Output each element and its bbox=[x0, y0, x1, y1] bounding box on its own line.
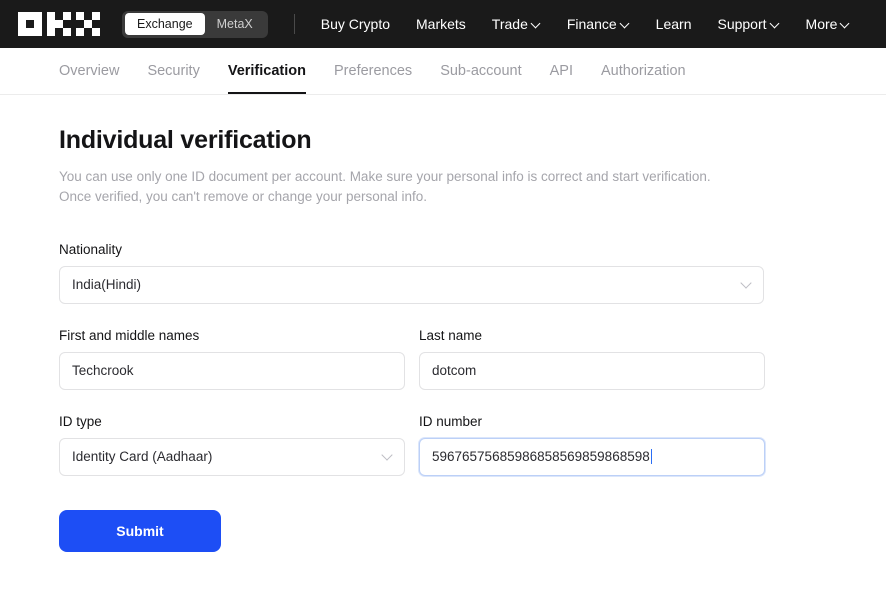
primary-navigation: Buy Crypto Markets Trade Finance Learn S… bbox=[321, 16, 851, 32]
okx-logo-letter-o bbox=[18, 12, 42, 36]
page-title: Individual verification bbox=[59, 126, 312, 154]
submit-button[interactable]: Submit bbox=[59, 509, 221, 552]
nationality-value: India(Hindi) bbox=[72, 277, 142, 292]
nav-item-label: Support bbox=[717, 16, 767, 32]
toggle-metax[interactable]: MetaX bbox=[205, 13, 265, 36]
nav-item-more[interactable]: More bbox=[806, 16, 851, 32]
nav-item-trade[interactable]: Trade bbox=[492, 16, 541, 32]
tab-security[interactable]: Security bbox=[147, 48, 199, 94]
last-name-field: Last name dotcom bbox=[419, 328, 765, 390]
top-header-bar: Exchange MetaX Buy Crypto Markets Trade … bbox=[0, 0, 886, 48]
tab-verification[interactable]: Verification bbox=[227, 48, 307, 94]
tab-label: Authorization bbox=[600, 63, 686, 79]
header-divider bbox=[293, 14, 295, 34]
page-description: You can use only one ID document per acc… bbox=[59, 167, 779, 208]
id-number-control: 59676575685986858569859868598 bbox=[419, 437, 765, 476]
tab-sub-account[interactable]: Sub-account bbox=[440, 48, 521, 94]
okx-logo[interactable] bbox=[18, 12, 100, 36]
account-tabbar: Overview Security Verification Preferenc… bbox=[0, 48, 886, 95]
submit-row: Submit bbox=[59, 509, 886, 552]
nationality-label: Nationality bbox=[59, 241, 123, 257]
nav-item-label: Trade bbox=[491, 16, 528, 32]
first-name-label: First and middle names bbox=[59, 327, 200, 343]
nav-item-label: Buy Crypto bbox=[320, 16, 390, 32]
tab-label: Security bbox=[147, 63, 200, 79]
id-type-field: ID type Identity Card (Aadhaar) bbox=[59, 414, 405, 476]
names-row: First and middle names Techcrook Last na… bbox=[59, 328, 886, 390]
nationality-select[interactable]: India(Hindi) bbox=[59, 265, 764, 304]
last-name-input[interactable]: dotcom bbox=[419, 351, 765, 390]
page-description-line-2: Once verified, you can't remove or chang… bbox=[59, 189, 428, 205]
nationality-control: India(Hindi) bbox=[59, 265, 764, 304]
tab-label: Sub-account bbox=[440, 63, 522, 79]
okx-logo-letter-x bbox=[76, 12, 100, 36]
nav-item-label: Learn bbox=[655, 16, 692, 32]
nationality-field: Nationality India(Hindi) bbox=[59, 242, 764, 304]
verification-page: Individual verification You can use only… bbox=[0, 95, 886, 552]
nav-item-label: Finance bbox=[566, 16, 617, 32]
individual-verification-form: Nationality India(Hindi) First and middl… bbox=[59, 242, 886, 552]
id-number-field: ID number 59676575685986858569859868598 bbox=[419, 414, 765, 476]
id-type-control: Identity Card (Aadhaar) bbox=[59, 437, 405, 476]
okx-logo-letter-k bbox=[47, 12, 71, 36]
nav-item-buy-crypto[interactable]: Buy Crypto bbox=[321, 16, 390, 32]
chevron-down-icon bbox=[771, 19, 780, 28]
id-number-label: ID number bbox=[419, 413, 483, 429]
nav-item-finance[interactable]: Finance bbox=[567, 16, 630, 32]
nav-item-support[interactable]: Support bbox=[717, 16, 779, 32]
chevron-down-icon bbox=[621, 19, 630, 28]
nationality-row: Nationality India(Hindi) bbox=[59, 242, 886, 304]
nav-item-label: Markets bbox=[416, 16, 466, 32]
tab-api[interactable]: API bbox=[550, 48, 573, 94]
first-name-field: First and middle names Techcrook bbox=[59, 328, 405, 390]
id-type-select[interactable]: Identity Card (Aadhaar) bbox=[59, 437, 405, 476]
tab-label: Preferences bbox=[334, 63, 413, 79]
product-toggle[interactable]: Exchange MetaX bbox=[122, 10, 268, 38]
id-type-label: ID type bbox=[59, 413, 102, 429]
tab-label: Overview bbox=[59, 63, 120, 79]
nav-item-markets[interactable]: Markets bbox=[416, 16, 466, 32]
last-name-control: dotcom bbox=[419, 351, 765, 390]
tab-overview[interactable]: Overview bbox=[59, 48, 119, 94]
tab-label: Verification bbox=[227, 63, 306, 79]
chevron-down-icon bbox=[841, 19, 850, 28]
id-number-input[interactable]: 59676575685986858569859868598 bbox=[419, 437, 765, 476]
first-name-value: Techcrook bbox=[72, 363, 134, 378]
id-type-value: Identity Card (Aadhaar) bbox=[72, 449, 213, 464]
tab-authorization[interactable]: Authorization bbox=[601, 48, 686, 94]
chevron-down-icon bbox=[532, 19, 541, 28]
page-description-line-1: You can use only one ID document per acc… bbox=[59, 169, 711, 184]
nav-item-learn[interactable]: Learn bbox=[656, 16, 692, 32]
id-number-value: 59676575685986858569859868598 bbox=[432, 449, 650, 464]
first-name-control: Techcrook bbox=[59, 351, 405, 390]
tab-preferences[interactable]: Preferences bbox=[334, 48, 412, 94]
id-row: ID type Identity Card (Aadhaar) ID numbe… bbox=[59, 414, 886, 476]
last-name-label: Last name bbox=[419, 327, 483, 343]
last-name-value: dotcom bbox=[432, 363, 477, 378]
text-caret bbox=[650, 449, 652, 464]
tab-label: API bbox=[549, 63, 573, 79]
nav-item-label: More bbox=[805, 16, 838, 32]
toggle-exchange[interactable]: Exchange bbox=[125, 12, 205, 36]
first-name-input[interactable]: Techcrook bbox=[59, 351, 405, 390]
